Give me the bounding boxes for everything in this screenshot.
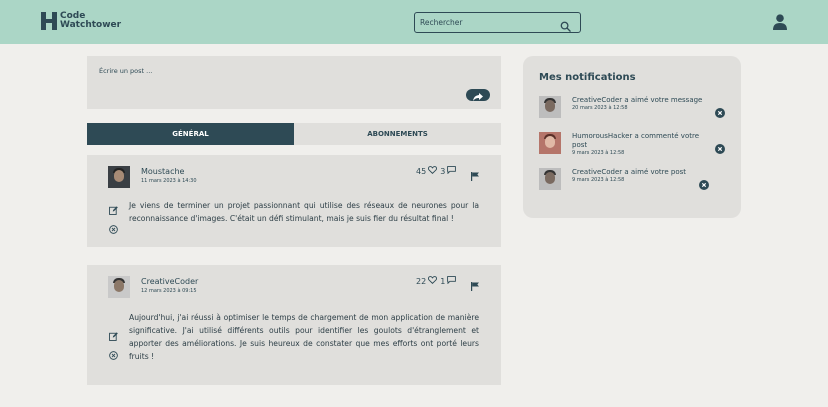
post-stats: 45 3 bbox=[416, 166, 459, 176]
avatar bbox=[539, 96, 561, 118]
tab-subscriptions[interactable]: ABONNEMENTS bbox=[294, 123, 501, 145]
post-card: Moustache 11 mars 2023 à 14:30 45 3 Je v… bbox=[87, 155, 501, 247]
edit-icon[interactable] bbox=[109, 326, 118, 345]
search-input[interactable] bbox=[420, 16, 555, 29]
notification-message: HumorousHacker a commenté votre post 9 m… bbox=[572, 132, 712, 157]
close-icon[interactable] bbox=[715, 139, 725, 158]
notification-text: HumorousHacker a commenté votre post bbox=[572, 132, 700, 149]
notification-message: CreativeCoder a aimé votre message 20 ma… bbox=[572, 96, 712, 112]
notifications-panel: Mes notifications CreativeCoder a aimé v… bbox=[523, 56, 741, 218]
search-box[interactable] bbox=[414, 12, 581, 33]
heart-icon[interactable] bbox=[428, 276, 440, 286]
close-icon[interactable] bbox=[699, 175, 709, 194]
avatar[interactable] bbox=[108, 276, 130, 298]
post-card: CreativeCoder 12 mars 2023 à 09:15 22 1 … bbox=[87, 265, 501, 385]
notification-text: CreativeCoder a aimé votre message bbox=[572, 96, 703, 104]
share-arrow-icon bbox=[473, 86, 483, 105]
heart-icon[interactable] bbox=[428, 166, 440, 176]
avatar bbox=[539, 168, 561, 190]
comment-icon[interactable] bbox=[447, 276, 459, 286]
feed-tabs: GÉNÉRAL ABONNEMENTS bbox=[87, 123, 501, 145]
notification-message: CreativeCoder a aimé votre post 9 mars 2… bbox=[572, 168, 697, 184]
user-profile-icon[interactable] bbox=[773, 14, 787, 34]
post-date: 12 mars 2023 à 09:15 bbox=[141, 288, 197, 294]
search-icon[interactable] bbox=[560, 17, 571, 36]
close-icon[interactable] bbox=[715, 103, 725, 122]
delete-icon[interactable] bbox=[109, 219, 118, 238]
logo-text: Code Watchtower bbox=[60, 12, 121, 30]
notification-text: CreativeCoder a aimé votre post bbox=[572, 168, 687, 176]
report-flag-icon[interactable] bbox=[471, 276, 479, 295]
notification-date: 9 mars 2023 à 12:58 bbox=[572, 150, 625, 156]
report-flag-icon[interactable] bbox=[471, 166, 479, 185]
comment-icon[interactable] bbox=[447, 166, 459, 176]
comment-count: 3 bbox=[440, 166, 446, 176]
publish-button[interactable] bbox=[466, 89, 490, 101]
delete-icon[interactable] bbox=[109, 345, 118, 364]
like-count: 45 bbox=[416, 166, 427, 176]
notification-date: 9 mars 2023 à 12:58 bbox=[572, 177, 625, 183]
post-date: 11 mars 2023 à 14:30 bbox=[141, 178, 197, 184]
comment-count: 1 bbox=[440, 276, 446, 286]
post-author[interactable]: Moustache bbox=[141, 167, 184, 176]
post-composer[interactable]: Écrire un post ... bbox=[87, 56, 501, 109]
logo-line-2: Watchtower bbox=[60, 20, 122, 30]
notification-date: 20 mars 2023 à 12:58 bbox=[572, 105, 628, 111]
avatar[interactable] bbox=[108, 166, 130, 188]
avatar bbox=[539, 132, 561, 154]
header-bar: Code Watchtower bbox=[0, 0, 828, 44]
composer-placeholder[interactable]: Écrire un post ... bbox=[99, 67, 152, 75]
post-text: Aujourd'hui, j'ai réussi à optimiser le … bbox=[129, 313, 479, 361]
edit-icon[interactable] bbox=[109, 200, 118, 219]
like-count: 22 bbox=[416, 276, 427, 286]
notifications-title: Mes notifications bbox=[539, 72, 636, 83]
post-text: Je viens de terminer un projet passionna… bbox=[129, 201, 479, 223]
post-author[interactable]: CreativeCoder bbox=[141, 277, 198, 286]
post-stats: 22 1 bbox=[416, 276, 459, 286]
logo-icon bbox=[41, 12, 57, 30]
tab-general[interactable]: GÉNÉRAL bbox=[87, 123, 294, 145]
logo[interactable]: Code Watchtower bbox=[41, 12, 121, 30]
